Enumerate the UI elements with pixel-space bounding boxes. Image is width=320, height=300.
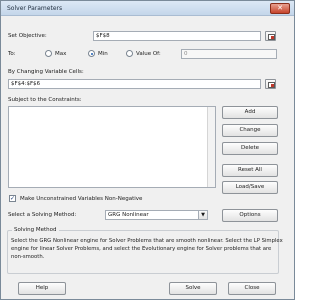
- min-radio-label: Min: [98, 51, 108, 57]
- solving-method-select[interactable]: GRG Nonlinear ▼: [105, 210, 208, 220]
- close-button[interactable]: Close: [228, 282, 276, 295]
- nonnegative-checkbox[interactable]: ✓: [9, 195, 16, 202]
- solving-method-label: Select a Solving Method:: [8, 212, 77, 218]
- solve-button[interactable]: Solve: [169, 282, 217, 295]
- description-line-3: non-smooth.: [11, 254, 45, 260]
- constraints-scrollbar[interactable]: [207, 107, 215, 187]
- help-button[interactable]: Help: [18, 282, 66, 295]
- set-objective-input[interactable]: $F$8: [93, 31, 261, 41]
- nonnegative-label: Make Unconstrained Variables Non-Negativ…: [20, 196, 143, 202]
- constraints-label: Subject to the Constraints:: [8, 97, 82, 103]
- solving-method-description: Select the GRG Nonlinear engine for Solv…: [11, 237, 283, 261]
- value-of-radio[interactable]: [126, 50, 133, 57]
- delete-button[interactable]: Delete: [222, 142, 278, 155]
- value-of-radio-label: Value Of:: [136, 51, 161, 57]
- max-radio[interactable]: [45, 50, 52, 57]
- title-bar: Solver Parameters ✕: [1, 1, 294, 16]
- constraints-listbox[interactable]: [8, 106, 216, 188]
- add-button[interactable]: Add: [222, 106, 278, 119]
- reset-all-button[interactable]: Reset All: [222, 164, 278, 177]
- min-radio[interactable]: [88, 50, 95, 57]
- set-objective-collapse-icon[interactable]: [265, 31, 276, 41]
- max-radio-label: Max: [55, 51, 67, 57]
- solver-parameters-dialog: Solver Parameters ✕ Set Objective: $F$8 …: [0, 0, 295, 300]
- window-close-button[interactable]: ✕: [270, 3, 290, 14]
- solving-method-value: GRG Nonlinear: [108, 212, 149, 218]
- to-label: To:: [8, 51, 16, 57]
- description-line-1: Select the GRG Nonlinear engine for Solv…: [11, 238, 283, 244]
- changing-cells-collapse-icon[interactable]: [265, 79, 276, 89]
- description-line-2: engine for linear Solver Problems, and s…: [11, 246, 272, 252]
- value-of-input[interactable]: 0: [181, 49, 277, 59]
- changing-cells-input[interactable]: $F$4:$F$6: [8, 79, 261, 89]
- options-button[interactable]: Options: [222, 209, 278, 222]
- set-objective-label: Set Objective:: [8, 33, 47, 39]
- solving-method-group-title: Solving Method: [12, 227, 59, 233]
- load-save-button[interactable]: Load/Save: [222, 181, 278, 194]
- changing-cells-label: By Changing Variable Cells:: [8, 69, 84, 75]
- change-button[interactable]: Change: [222, 124, 278, 137]
- chevron-down-icon[interactable]: ▼: [198, 211, 207, 219]
- window-title: Solver Parameters: [7, 5, 63, 12]
